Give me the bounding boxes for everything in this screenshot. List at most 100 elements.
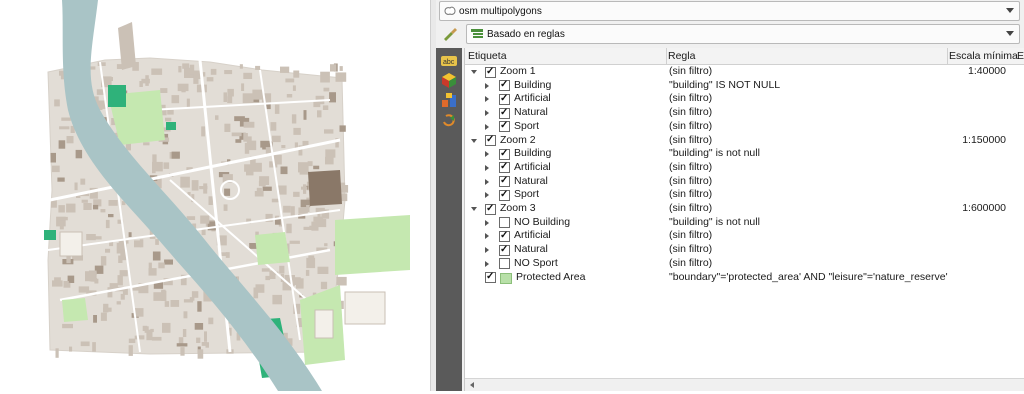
building xyxy=(74,182,78,191)
polygon-layer-icon xyxy=(444,6,456,15)
rule-checkbox[interactable] xyxy=(499,160,510,174)
building xyxy=(294,142,298,149)
rule-row[interactable]: Sport (sin filtro) xyxy=(465,188,1024,202)
renderer-selector[interactable]: Basado en reglas xyxy=(466,24,1020,44)
chevron-down-icon[interactable] xyxy=(471,207,477,211)
building xyxy=(66,203,76,213)
rule-checkbox[interactable] xyxy=(499,229,510,243)
rule-checkbox[interactable] xyxy=(499,106,510,119)
building xyxy=(201,126,205,137)
rule-checkbox[interactable] xyxy=(499,243,510,256)
building xyxy=(164,301,170,307)
rule-checkbox[interactable] xyxy=(499,217,510,229)
chevron-down-icon[interactable] xyxy=(471,70,477,74)
building xyxy=(196,337,201,343)
rule-checkbox[interactable] xyxy=(485,202,496,215)
rule-row[interactable]: Zoom 1 (sin filtro) 1:40000 xyxy=(465,65,1024,79)
building xyxy=(93,315,97,323)
building xyxy=(176,343,188,347)
rule-label: Zoom 1 xyxy=(500,65,536,77)
map-canvas[interactable] xyxy=(0,0,430,391)
chevron-down-icon[interactable] xyxy=(1006,8,1014,13)
rule-row[interactable]: NO Building "building" is not null xyxy=(465,216,1024,230)
building xyxy=(290,206,295,217)
rule-checkbox[interactable] xyxy=(485,133,496,147)
column-header-extra[interactable]: E xyxy=(1017,50,1024,62)
diagrams-icon[interactable] xyxy=(441,92,457,108)
chevron-right-icon[interactable] xyxy=(485,123,489,130)
rule-row[interactable]: NO Sport (sin filtro) xyxy=(465,257,1024,271)
building xyxy=(317,266,329,274)
chevron-right-icon[interactable] xyxy=(485,110,489,117)
building xyxy=(197,301,202,312)
rule-row[interactable]: Zoom 3 (sin filtro) 1:600000 xyxy=(465,202,1024,216)
rule-checkbox[interactable] xyxy=(499,92,510,106)
layer-selector[interactable]: osm multipolygons xyxy=(439,1,1020,21)
rule-checkbox[interactable] xyxy=(499,119,510,133)
building xyxy=(286,94,293,98)
building xyxy=(100,209,106,213)
symbology-cube-icon[interactable] xyxy=(441,72,457,88)
rule-row[interactable]: Artificial (sin filtro) xyxy=(465,229,1024,243)
rule-row[interactable]: Natural (sin filtro) xyxy=(465,106,1024,120)
rule-checkbox[interactable] xyxy=(499,78,510,92)
rule-row[interactable]: Artificial (sin filtro) xyxy=(465,92,1024,106)
building xyxy=(272,135,281,143)
building xyxy=(189,64,195,75)
cathedral xyxy=(308,170,342,206)
rule-filter: (sin filtro) xyxy=(669,243,713,256)
building xyxy=(239,64,243,69)
rule-row[interactable]: Natural (sin filtro) xyxy=(465,243,1024,257)
rule-row[interactable]: Sport (sin filtro) xyxy=(465,119,1024,134)
rule-checkbox[interactable] xyxy=(499,147,510,160)
horizontal-scrollbar[interactable] xyxy=(465,378,1024,391)
building xyxy=(293,127,301,135)
rule-checkbox[interactable] xyxy=(499,188,510,201)
column-header-rule[interactable]: Regla xyxy=(668,50,695,62)
chevron-right-icon[interactable] xyxy=(485,192,489,199)
building xyxy=(108,214,114,218)
rule-row[interactable]: Zoom 2 (sin filtro) 1:150000 xyxy=(465,133,1024,148)
rule-filter: (sin filtro) xyxy=(669,229,713,242)
building xyxy=(256,187,262,191)
column-header-label[interactable]: Etiqueta xyxy=(468,50,507,62)
rule-label: NO Building xyxy=(514,215,571,228)
rule-label: Sport xyxy=(514,119,540,132)
labels-abc-icon[interactable]: abc xyxy=(441,53,457,69)
chevron-right-icon[interactable] xyxy=(485,219,489,226)
rule-row[interactable]: Building "building" is not null xyxy=(465,147,1024,161)
building xyxy=(320,281,328,290)
chevron-right-icon[interactable] xyxy=(485,247,489,254)
rule-checkbox[interactable] xyxy=(485,65,496,78)
building xyxy=(200,215,210,224)
chevron-down-icon[interactable] xyxy=(1006,31,1014,36)
column-header-min-scale[interactable]: Escala mínima xyxy=(949,50,1018,62)
rule-filter: (sin filtro) xyxy=(669,133,713,146)
rule-row[interactable]: Artificial (sin filtro) xyxy=(465,160,1024,175)
history-icon[interactable] xyxy=(441,112,457,128)
rule-label: Building xyxy=(514,147,552,160)
chevron-right-icon[interactable] xyxy=(485,178,489,185)
scroll-left-icon[interactable] xyxy=(470,382,474,388)
chevron-right-icon[interactable] xyxy=(485,233,489,240)
building xyxy=(281,145,286,149)
rule-checkbox[interactable] xyxy=(499,174,510,188)
building xyxy=(69,346,73,352)
building xyxy=(59,216,68,221)
chevron-right-icon[interactable] xyxy=(485,96,489,103)
chevron-right-icon[interactable] xyxy=(485,164,489,171)
chevron-right-icon[interactable] xyxy=(485,82,489,89)
rule-row[interactable]: Building "building" IS NOT NULL xyxy=(465,78,1024,93)
building xyxy=(183,311,188,319)
building xyxy=(58,205,65,213)
paint-brush-icon[interactable] xyxy=(442,26,458,42)
chevron-down-icon[interactable] xyxy=(471,138,477,143)
rule-row[interactable]: Protected Area "boundary"='protected_area… xyxy=(465,270,1024,285)
rule-row[interactable]: Natural (sin filtro) xyxy=(465,174,1024,189)
rule-filter: (sin filtro) xyxy=(669,92,713,105)
rule-checkbox[interactable] xyxy=(499,258,510,270)
building xyxy=(280,66,290,73)
rule-checkbox[interactable] xyxy=(485,270,496,284)
chevron-right-icon[interactable] xyxy=(485,151,489,158)
chevron-right-icon[interactable] xyxy=(485,260,489,267)
